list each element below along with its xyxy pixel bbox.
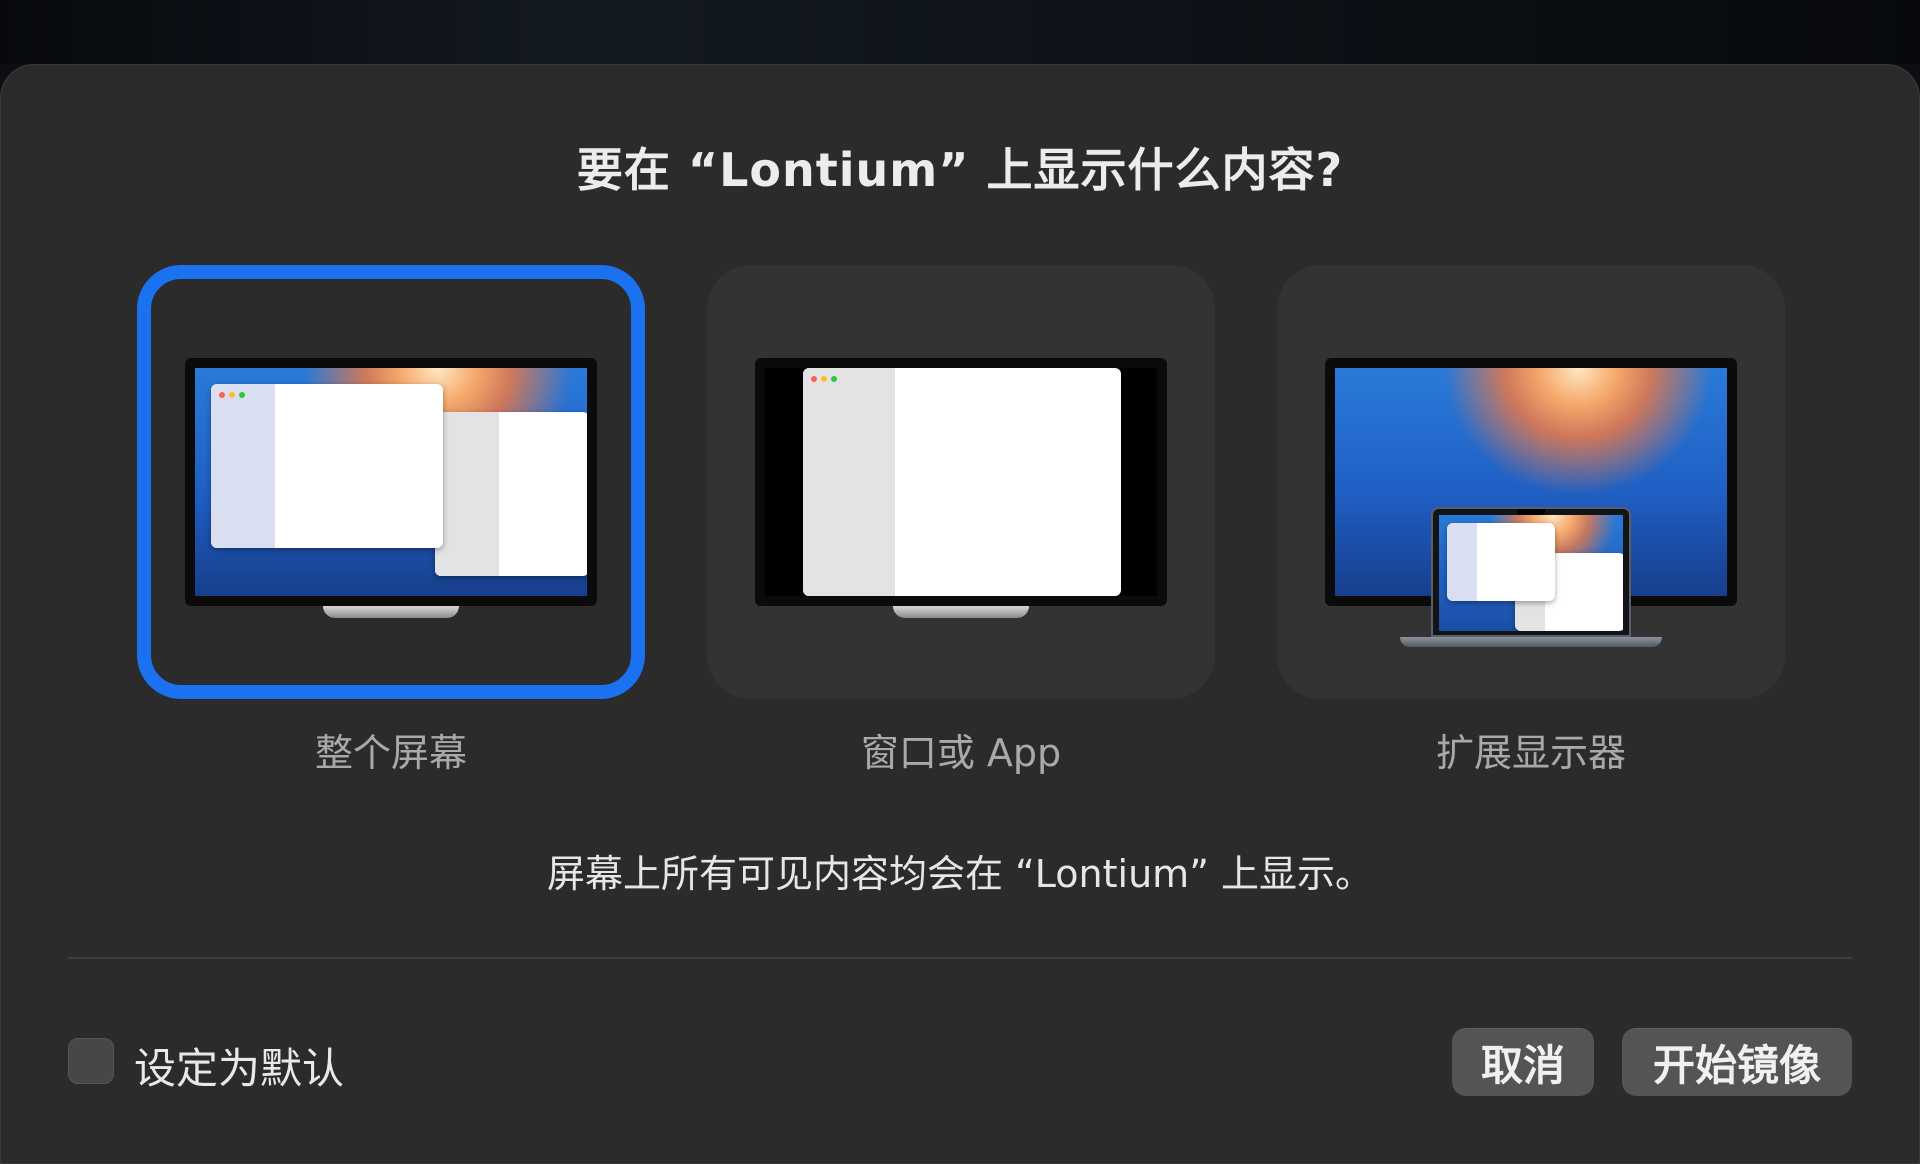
back-window-graphic xyxy=(435,412,587,576)
option-description: 屏幕上所有可见内容均会在 “Lontium” 上显示。 xyxy=(547,852,1373,896)
set-as-default-checkbox[interactable] xyxy=(68,1038,114,1084)
option-extended-display[interactable] xyxy=(1277,265,1785,699)
option-label-entire-screen: 整个屏幕 xyxy=(314,731,467,775)
monitor-stand xyxy=(893,606,1029,618)
laptop-base-graphic xyxy=(1400,637,1662,647)
close-dot-icon xyxy=(219,392,225,398)
dialog-title: 要在 “Lontium” 上显示什么内容? xyxy=(576,143,1344,197)
cancel-button[interactable]: 取消 xyxy=(1452,1028,1594,1096)
zoom-dot-icon xyxy=(239,392,245,398)
monitor-stand xyxy=(323,606,459,618)
laptop-front-window-graphic xyxy=(1447,523,1555,601)
front-window-graphic xyxy=(211,384,443,548)
set-as-default-label[interactable]: 设定为默认 xyxy=(134,1035,344,1096)
window-or-app-illustration xyxy=(755,358,1167,606)
minimize-dot-icon xyxy=(821,376,827,382)
zoom-dot-icon xyxy=(831,376,837,382)
desktop-background-strip xyxy=(0,0,1920,64)
option-label-window-or-app: 窗口或 App xyxy=(860,731,1062,775)
option-label-extended-display: 扩展显示器 xyxy=(1435,731,1626,775)
app-window-graphic xyxy=(803,368,1121,596)
option-entire-screen[interactable] xyxy=(137,265,645,699)
close-dot-icon xyxy=(811,376,817,382)
laptop-graphic xyxy=(1431,507,1631,637)
start-mirroring-button[interactable]: 开始镜像 xyxy=(1622,1028,1852,1096)
entire-screen-illustration xyxy=(185,358,597,606)
minimize-dot-icon xyxy=(229,392,235,398)
footer-divider xyxy=(68,957,1852,959)
option-window-or-app[interactable] xyxy=(707,265,1215,699)
